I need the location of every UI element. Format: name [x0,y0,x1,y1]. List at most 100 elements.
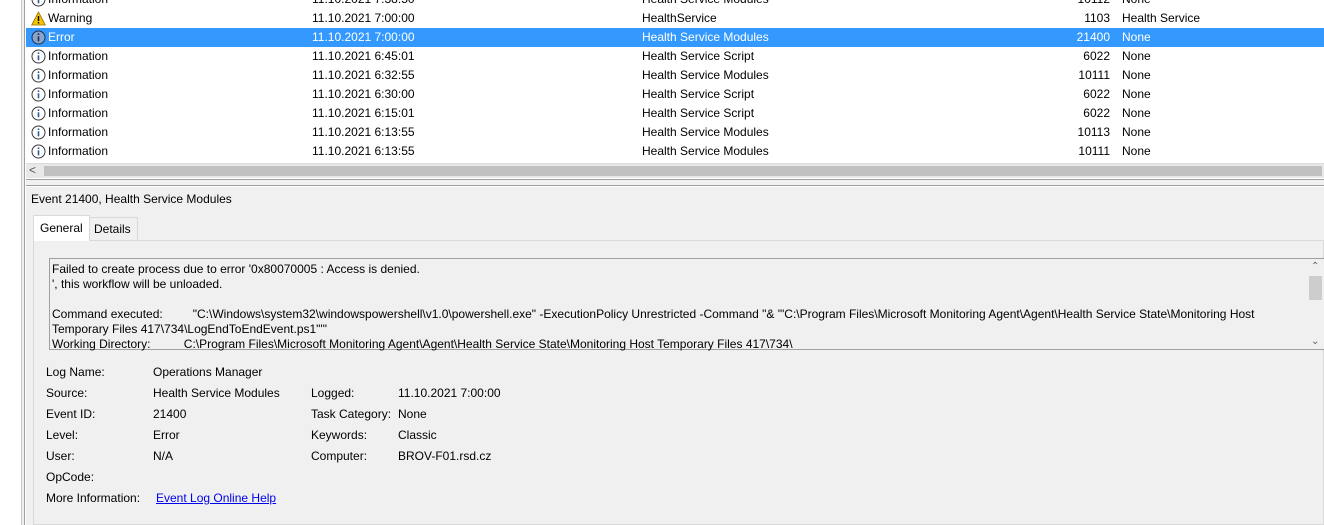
category-cell: None [1122,144,1151,158]
date-cell: 11.10.2021 6:15:01 [312,106,415,120]
source-cell: Health Service Script [642,87,755,101]
category-cell: None [1122,125,1151,139]
date-cell: 11.10.2021 7:00:00 [312,30,415,44]
tab-general[interactable]: General [33,215,90,241]
event-description-box[interactable]: Failed to create process due to error '0… [49,258,1324,351]
level-cell: Information [48,106,109,120]
user-label: User: [46,449,75,463]
log-name-value: Operations Manager [153,365,263,379]
date-cell: 11.10.2021 7:00:00 [312,11,415,25]
info-icon [31,125,46,140]
tab-details[interactable]: Details [87,217,138,241]
keywords-label: Keywords: [311,428,368,442]
event-list: Information 11.10.2021 7:38:50 Health Se… [26,0,1324,163]
event-id-cell: 6022 [1083,87,1110,101]
info-icon [31,144,46,159]
level-value: Error [153,428,180,442]
pane-splitter[interactable] [26,179,1324,186]
date-cell: 11.10.2021 6:45:01 [312,49,415,63]
event-row[interactable]: Information 11.10.2021 6:45:01 Health Se… [26,47,1324,66]
logged-value: 11.10.2021 7:00:00 [398,386,501,400]
scroll-up-icon[interactable]: ⌃ [1311,261,1319,272]
scroll-left-icon[interactable]: < [29,163,36,177]
category-cell: None [1122,0,1151,9]
date-cell: 11.10.2021 6:30:00 [312,87,415,101]
event-row[interactable]: Information 11.10.2021 6:13:55 Health Se… [26,123,1324,142]
event-id-label: Event ID: [46,407,96,421]
date-cell: 11.10.2021 7:38:50 [312,0,415,9]
event-detail-title: Event 21400, Health Service Modules [31,192,232,206]
category-cell: None [1122,68,1151,82]
error-icon [31,30,46,45]
event-row[interactable]: Information 11.10.2021 7:38:50 Health Se… [26,0,1324,9]
event-id-cell: 10112 [1056,0,1110,9]
scroll-down-icon[interactable]: ⌄ [1311,336,1319,347]
event-row[interactable]: Information 11.10.2021 6:15:01 Health Se… [26,104,1324,123]
date-cell: 11.10.2021 6:13:55 [312,125,415,139]
level-cell: Information [48,144,109,158]
category-cell: None [1122,106,1151,120]
level-cell: Error [48,30,75,44]
keywords-value: Classic [398,428,437,442]
event-id-cell: 1103 [1084,11,1110,25]
info-icon [31,87,46,102]
event-id-cell: 10113 [1077,125,1110,139]
level-cell: Information [48,125,109,139]
event-row[interactable]: Information 11.10.2021 6:30:00 Health Se… [26,85,1324,104]
user-value: N/A [153,449,174,463]
left-pane-edge [0,0,22,525]
event-id-cell: 10111 [1078,68,1110,82]
event-row[interactable]: Information 11.10.2021 6:13:55 Health Se… [26,142,1324,161]
event-id-cell: 21400 [1076,30,1110,44]
event-id-cell: 6022 [1083,106,1110,120]
scrollbar-thumb[interactable] [44,166,1322,176]
event-id-value: 21400 [153,407,187,421]
event-row[interactable]: Information 11.10.2021 6:32:55 Health Se… [26,66,1324,85]
event-detail-pane: Event 21400, Health Service Modules Gene… [26,187,1324,525]
date-cell: 11.10.2021 6:13:55 [312,144,415,158]
info-icon [31,106,46,121]
event-row[interactable]: Warning 11.10.2021 7:00:00 HealthService… [26,9,1324,28]
info-icon [31,68,46,83]
more-information-label: More Information: [46,491,141,505]
source-cell: Health Service Modules [642,125,769,139]
level-cell: Warning [48,11,93,25]
source-cell: Health Service Modules [642,0,769,9]
source-cell: HealthService [642,11,717,25]
level-cell: Information [48,0,108,9]
computer-value: BROV-F01.rsd.cz [398,449,492,463]
level-label: Level: [46,428,79,442]
info-icon [31,49,46,64]
level-cell: Information [48,87,109,101]
horizontal-scrollbar[interactable]: < [26,163,1324,178]
date-cell: 11.10.2021 6:32:55 [312,68,415,82]
category-cell: Health Service [1122,11,1201,25]
event-description-text: Failed to create process due to error '0… [52,262,1255,351]
info-icon [31,0,46,7]
level-cell: Information [48,68,109,82]
source-cell: Health Service Script [642,106,755,120]
category-cell: None [1122,87,1151,101]
logged-label: Logged: [311,386,355,400]
source-cell: Health Service Modules [642,68,769,82]
description-scroll-thumb[interactable] [1309,276,1322,300]
event-log-online-help-link[interactable]: Event Log Online Help [156,491,276,505]
event-row-selected[interactable]: Error 11.10.2021 7:00:00 Health Service … [26,28,1324,47]
category-cell: None [1122,30,1151,44]
source-value: Health Service Modules [153,386,280,400]
event-id-cell: 10111 [1078,144,1110,158]
source-label: Source: [46,386,88,400]
event-id-cell: 6022 [1083,49,1110,63]
general-tab-panel: Failed to create process due to error '0… [33,240,1324,525]
opcode-label: OpCode: [46,470,95,484]
log-name-label: Log Name: [46,365,105,379]
source-cell: Health Service Modules [642,30,769,44]
description-scrollbar[interactable]: ⌃ ⌄ [1307,259,1324,349]
task-category-label: Task Category: [311,407,392,421]
task-category-value: None [398,407,427,421]
computer-label: Computer: [311,449,368,463]
level-cell: Information [48,49,109,63]
category-cell: None [1122,49,1151,63]
vertical-splitter[interactable] [22,0,25,525]
warning-icon [31,11,46,26]
